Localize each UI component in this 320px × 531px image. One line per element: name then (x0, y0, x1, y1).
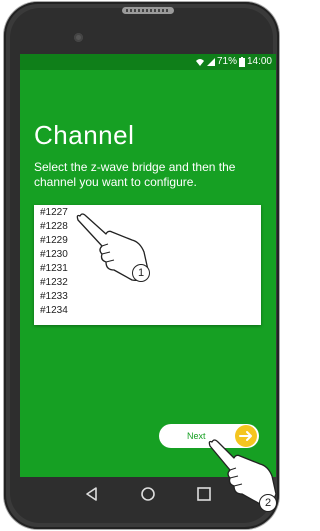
list-item[interactable]: #1234 (40, 305, 68, 317)
clock: 14:00 (246, 56, 272, 67)
list-item[interactable]: #1227 (40, 207, 68, 219)
signal-icon (206, 57, 215, 66)
step-badge-2: 2 (259, 494, 277, 512)
app-screen: 71% 14:00 Channel Select the z-wave brid… (20, 54, 276, 477)
back-icon[interactable] (84, 486, 100, 502)
battery-percent: 71% (216, 56, 237, 67)
list-item[interactable]: #1233 (40, 291, 68, 303)
battery-icon (238, 56, 245, 67)
wifi-icon (195, 58, 204, 66)
home-icon[interactable] (140, 486, 156, 502)
nav-bar (20, 477, 276, 511)
page-description: Select the z-wave bridge and then the ch… (34, 160, 236, 189)
arrow-right-icon (235, 425, 257, 447)
list-item[interactable]: #1229 (40, 235, 68, 247)
list-item[interactable]: #1232 (40, 277, 68, 289)
recents-icon[interactable] (196, 486, 212, 502)
speaker-grille (122, 7, 174, 14)
status-bar: 71% 14:00 (20, 54, 276, 70)
list-item[interactable]: #1228 (40, 221, 68, 233)
next-button-label: Next (187, 431, 206, 441)
front-camera (74, 33, 83, 42)
channel-list[interactable]: #1227 #1228 #1229 #1230 #1231 #1232 #123… (34, 205, 261, 325)
page-title: Channel (34, 120, 135, 150)
next-button[interactable]: Next (159, 424, 259, 448)
step-badge-1: 1 (132, 264, 150, 282)
list-item[interactable]: #1231 (40, 263, 68, 275)
list-item[interactable]: #1230 (40, 249, 68, 261)
